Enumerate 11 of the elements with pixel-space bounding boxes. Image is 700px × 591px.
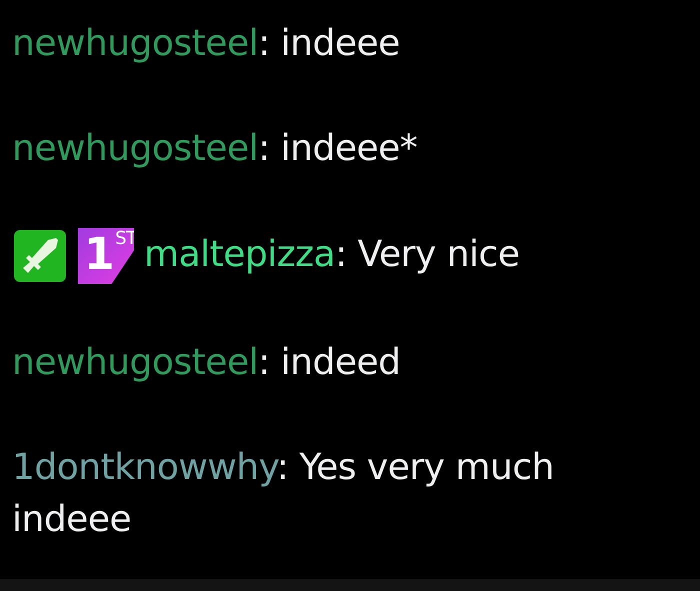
sword-badge-icon (12, 228, 68, 284)
chat-message: newhugosteel: indeed (12, 342, 400, 383)
chat-message: newhugosteel: indeee* (12, 128, 418, 169)
chat-message: maltepizza: Very nice (144, 234, 520, 275)
username-link[interactable]: newhugosteel (12, 23, 258, 64)
chat-message: 1dontknowwhy: Yes very much indeee (12, 447, 554, 540)
chat-message: newhugosteel: indeee (12, 23, 400, 64)
username-link[interactable]: newhugosteel (12, 128, 258, 169)
username-link[interactable]: newhugosteel (12, 342, 258, 383)
username-link[interactable]: 1dontknowwhy (12, 447, 277, 488)
username-link[interactable]: maltepizza (144, 234, 336, 275)
